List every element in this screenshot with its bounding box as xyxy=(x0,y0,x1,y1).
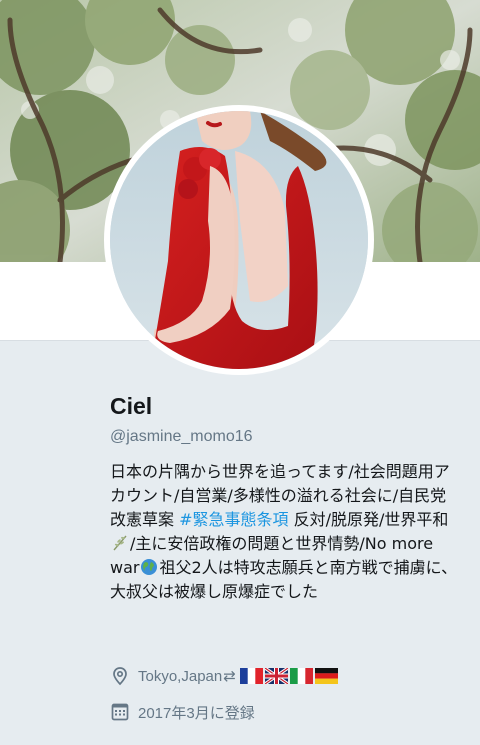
france-flag-icon xyxy=(239,668,263,684)
globe-icon xyxy=(141,559,158,575)
join-date-text: 2017年3月に登録 xyxy=(138,704,255,722)
germany-flag-icon xyxy=(314,668,338,684)
screen-name[interactable]: @jasmine_momo16 xyxy=(110,426,253,448)
profile-avatar[interactable] xyxy=(104,105,374,375)
map-pin-icon xyxy=(113,667,127,686)
bio-hashtag-link[interactable]: #緊急事態条項 xyxy=(179,510,288,529)
avatar-image xyxy=(110,111,368,369)
olive-branch-icon xyxy=(113,535,127,551)
bio-text-4: 祖父2人は特攻志願兵と南方戦で捕虜に、大叔父は被爆し原爆症でした xyxy=(110,558,458,601)
calendar-icon xyxy=(111,703,129,721)
display-name: Ciel xyxy=(110,393,153,419)
location-text: Tokyo,Japan xyxy=(138,667,223,685)
profile-page: Ciel @jasmine_momo16 日本の片隅から世界を追ってます/社会問… xyxy=(0,0,480,745)
profile-bio: 日本の片隅から世界を追ってます/社会問題用アカウント/自営業/多様性の溢れる社会… xyxy=(110,460,460,604)
uk-flag-icon xyxy=(264,668,288,684)
profile-join-date: 2017年3月に登録 xyxy=(110,700,255,724)
location-arrows: ⇄ xyxy=(223,668,236,685)
profile-location: Tokyo,Japan ⇄ xyxy=(110,664,338,688)
italy-flag-icon xyxy=(289,668,313,684)
bio-text-2: 反対/脱原発/世界平和 xyxy=(288,510,449,529)
